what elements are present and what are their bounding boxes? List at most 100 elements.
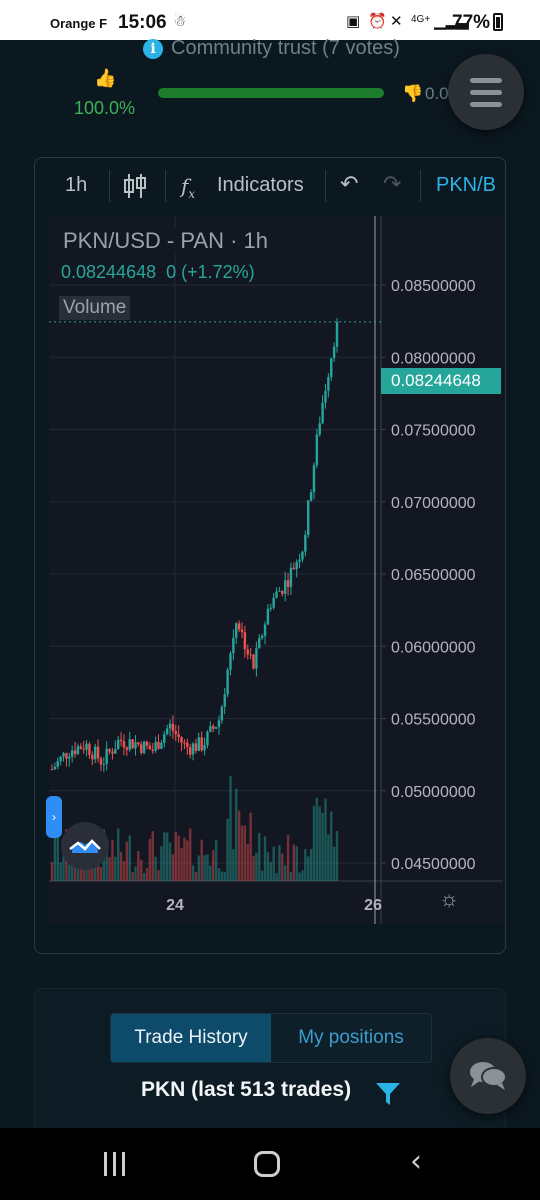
candle-body (96, 746, 100, 759)
chart-toolbar: 1h fx Indicators ↶ ↷ PKN/B (35, 158, 505, 215)
candle-body (91, 754, 94, 760)
volume-bar (56, 837, 59, 881)
candle-body (88, 743, 91, 755)
menu-button[interactable] (448, 54, 524, 130)
candle-body (229, 653, 232, 670)
volume-bar (298, 872, 301, 881)
volume-bar (53, 833, 57, 881)
candle-body (301, 551, 304, 560)
volume-bar (315, 797, 319, 881)
volume-bar (122, 861, 126, 881)
candle-body (206, 731, 209, 746)
redo-icon: ↷ (383, 171, 402, 196)
candle-body (128, 739, 131, 750)
carrier-name: Orange F (50, 16, 108, 31)
volume-bar (309, 849, 313, 881)
candle-body (272, 597, 275, 608)
tab-my-positions[interactable]: My positions (271, 1014, 431, 1062)
volume-bar (232, 849, 235, 881)
y-tick-label: 0.04500000 (391, 856, 476, 873)
interval-button[interactable]: 1h (65, 174, 87, 197)
toolbar-divider (109, 170, 110, 202)
legend-change: 0 (+1.72%) (166, 262, 255, 282)
volume-bar (235, 788, 238, 881)
candle-body (214, 726, 218, 729)
candle-body (186, 742, 189, 748)
volume-bar (206, 854, 209, 881)
volume-bar (188, 828, 192, 881)
thumbs-down-icon[interactable]: 👎 (402, 84, 423, 104)
status-bar: Orange F 15:06 ☃ ▣ ⏰ ✕ 4G+ ▁▂▃ 77% (0, 0, 540, 40)
volume-bar (304, 849, 307, 881)
fx-icon[interactable]: fx (181, 174, 195, 201)
tab-trade-history[interactable]: Trade History (111, 1014, 271, 1062)
status-time: 15:06 (118, 12, 167, 33)
settings-gear-icon[interactable]: ☼ (439, 886, 459, 912)
lock-icon: ▣ (346, 13, 361, 30)
tradingview-logo-icon[interactable] (61, 822, 109, 870)
candle-body (298, 559, 301, 562)
home-icon[interactable] (254, 1151, 280, 1177)
recents-icon[interactable] (104, 1152, 125, 1176)
candle-body (237, 623, 241, 630)
candle-body (220, 706, 224, 721)
symbol-button[interactable]: PKN/B (436, 174, 496, 197)
volume-bar (200, 839, 203, 881)
volume-bar (148, 838, 152, 881)
y-tick-label: 0.08000000 (391, 350, 476, 367)
candle-body (249, 654, 252, 656)
volume-bar (119, 851, 123, 881)
candle-body (200, 737, 203, 751)
candle-body (134, 742, 137, 749)
volume-bar (197, 855, 201, 881)
candle-body (266, 608, 270, 625)
filter-icon[interactable] (375, 1081, 401, 1112)
volume-bar (165, 832, 169, 881)
volume-legend[interactable]: Volume (59, 296, 131, 320)
battery-icon (493, 13, 503, 31)
candle-body (188, 747, 192, 755)
y-tick-label: 0.06000000 (391, 639, 476, 656)
volume-bar (186, 840, 189, 881)
volume-bar (275, 872, 278, 881)
legend-price: 0.08244648 (61, 262, 157, 282)
indicators-button[interactable]: Indicators (217, 174, 304, 197)
candle-body (53, 766, 57, 770)
candlestick-type-icon[interactable] (123, 172, 147, 206)
drawer-handle[interactable]: › (46, 796, 62, 838)
undo-icon[interactable]: ↶ (340, 171, 358, 197)
thumbs-up-icon[interactable]: 👍 (94, 68, 116, 89)
candle-body (165, 728, 169, 735)
chart-canvas[interactable]: 0.08500000 0.08000000 0.07500000 0.07000000… (49, 216, 503, 924)
back-icon[interactable]: ‹ (410, 1144, 422, 1179)
candle-body (217, 720, 221, 727)
y-tick-label: 0.06500000 (391, 567, 476, 584)
x-tick-label: 24 (166, 897, 184, 914)
trade-tabs: Trade History My positions (110, 1013, 432, 1063)
volume-bar (272, 846, 275, 881)
volume-bar (131, 872, 134, 881)
candle-body (160, 742, 163, 749)
candle-body (174, 731, 177, 735)
downvote-percent: 0.0 (425, 84, 449, 103)
volume-bar (217, 868, 221, 881)
candle-body (258, 637, 261, 649)
volume-bar (142, 872, 146, 881)
volume-bar (312, 805, 316, 881)
volume-bar (157, 869, 160, 881)
volume-bar (191, 865, 195, 881)
candle-body (318, 423, 321, 435)
menu-icon-line (470, 89, 502, 95)
price-chart[interactable]: 0.08500000 0.08000000 0.07500000 0.07000000… (46, 216, 503, 924)
info-icon[interactable]: i (143, 38, 163, 59)
candle-body (56, 761, 59, 767)
candle-body (330, 358, 333, 378)
candle-body (140, 744, 143, 753)
volume-bar (174, 831, 177, 881)
candle-body (125, 747, 129, 750)
volume-bar (168, 842, 172, 881)
candle-body (269, 607, 272, 609)
volume-bar (111, 839, 114, 881)
chat-button[interactable] (450, 1038, 526, 1114)
volume-bar (114, 856, 117, 881)
